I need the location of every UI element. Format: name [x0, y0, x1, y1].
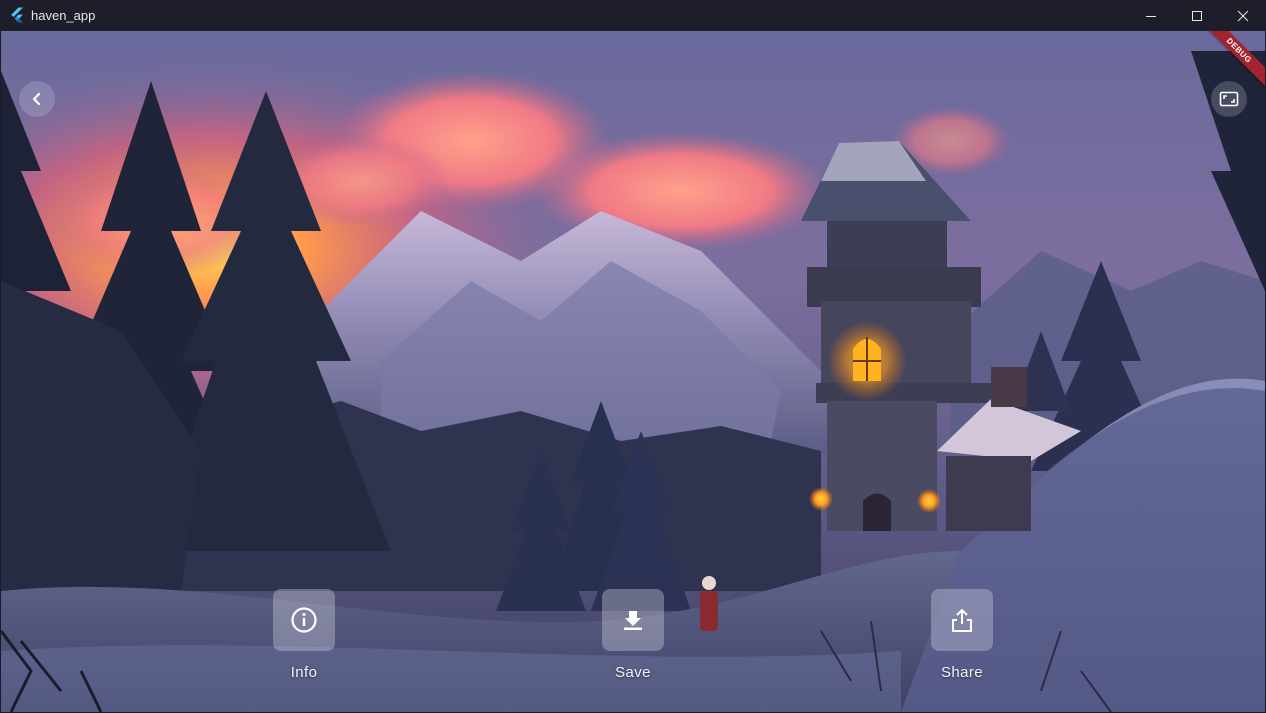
download-icon — [624, 611, 642, 630]
close-button[interactable] — [1220, 0, 1266, 31]
save-button[interactable] — [602, 589, 664, 651]
info-button[interactable] — [273, 589, 335, 651]
fullscreen-button[interactable] — [1211, 81, 1247, 117]
maximize-icon — [1192, 10, 1202, 21]
flutter-logo-icon — [11, 7, 23, 23]
minimize-button[interactable] — [1128, 0, 1174, 31]
back-button[interactable] — [19, 81, 55, 117]
share-action[interactable]: Share — [917, 589, 1007, 681]
share-button[interactable] — [931, 589, 993, 651]
save-action[interactable]: Save — [588, 589, 678, 681]
minimize-icon — [1146, 15, 1156, 17]
info-action[interactable]: Info — [259, 589, 349, 681]
share-icon — [952, 608, 972, 632]
maximize-button[interactable] — [1174, 0, 1220, 31]
share-label: Share — [940, 664, 984, 681]
title-bar: haven_app — [0, 0, 1266, 31]
fullscreen-icon — [1219, 91, 1239, 107]
save-label: Save — [615, 664, 651, 681]
info-icon — [291, 607, 317, 633]
info-label: Info — [290, 664, 318, 681]
chevron-left-icon — [32, 92, 41, 106]
window-title: haven_app — [31, 8, 96, 23]
close-icon — [1237, 10, 1249, 21]
